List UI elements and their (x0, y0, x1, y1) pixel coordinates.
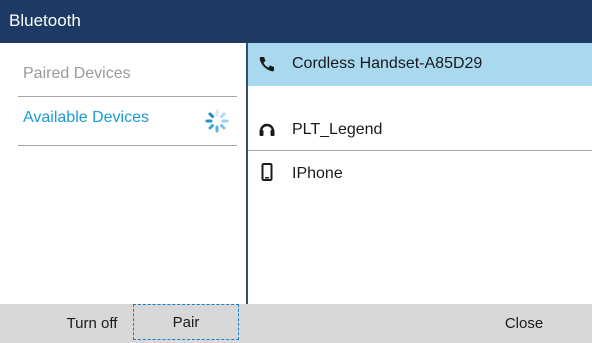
mobile-phone-icon (261, 163, 273, 181)
device-label: IPhone (292, 165, 343, 182)
title-bar: Bluetooth (0, 0, 592, 43)
device-list: Cordless Handset-A85D29 PLT_Legend IPhon… (248, 43, 592, 304)
softkey-bar: Turn off Pair Close (0, 304, 592, 343)
turn-off-button[interactable]: Turn off (48, 304, 136, 343)
close-button[interactable]: Close (476, 304, 572, 343)
sidebar-item-available-devices[interactable]: Available Devices (18, 97, 237, 146)
cordless-phone-icon (259, 57, 274, 72)
sidebar-item-label: Paired Devices (23, 65, 131, 82)
headset-icon (259, 123, 275, 136)
sidebar-item-label: Available Devices (23, 109, 149, 126)
device-label: Cordless Handset-A85D29 (292, 55, 483, 72)
device-row[interactable]: PLT_Legend (248, 109, 592, 151)
window-title: Bluetooth (9, 11, 81, 30)
sidebar-item-paired-devices[interactable]: Paired Devices (18, 52, 237, 97)
device-label: PLT_Legend (292, 121, 383, 138)
device-row-selected[interactable]: Cordless Handset-A85D29 (248, 43, 592, 86)
device-row[interactable]: IPhone (248, 151, 592, 193)
pair-button[interactable]: Pair (133, 304, 239, 340)
loading-spinner-icon (205, 109, 229, 133)
